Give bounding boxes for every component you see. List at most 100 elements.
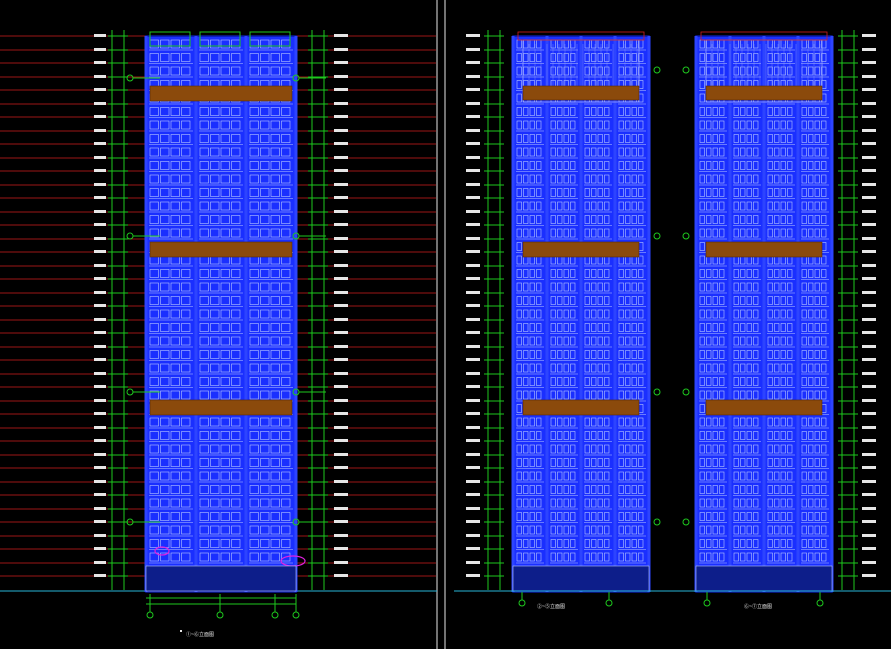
grid-bubble [653, 518, 661, 526]
level-label [334, 345, 348, 348]
level-label [94, 102, 106, 105]
level-label [466, 412, 480, 415]
level-label [94, 426, 106, 429]
level-label [94, 561, 106, 564]
refuge-floor-band [149, 241, 293, 258]
level-label [466, 426, 480, 429]
level-label [466, 574, 480, 577]
level-label [466, 115, 480, 118]
level-label [334, 156, 348, 159]
level-label [334, 169, 348, 172]
level-label [466, 385, 480, 388]
left-elevation-title: ①~⑥立面图 [186, 632, 215, 638]
level-label [94, 358, 106, 361]
grid-bubble [682, 66, 690, 74]
level-label [334, 61, 348, 64]
level-label [334, 129, 348, 132]
level-label [94, 48, 106, 51]
level-label [94, 574, 106, 577]
level-label [94, 277, 106, 280]
refuge-floor-band [705, 85, 823, 101]
level-label [334, 250, 348, 253]
caption-mark [180, 630, 182, 632]
level-label [94, 291, 106, 294]
level-label [334, 507, 348, 510]
ground-floor-storefront [145, 565, 297, 592]
level-label [466, 291, 480, 294]
cad-elevation-drawing [0, 0, 891, 649]
refuge-floor-band [522, 241, 640, 258]
level-label [862, 372, 876, 375]
level-label [94, 304, 106, 307]
level-label [334, 318, 348, 321]
level-label [862, 507, 876, 510]
level-label [466, 223, 480, 226]
refuge-floor-band [705, 241, 823, 258]
level-label [334, 466, 348, 469]
level-label [94, 250, 106, 253]
refuge-floor-band [522, 399, 640, 416]
level-label [94, 439, 106, 442]
level-label [334, 304, 348, 307]
level-label [94, 142, 106, 145]
level-label [862, 142, 876, 145]
level-label [862, 115, 876, 118]
level-label [94, 331, 106, 334]
level-label [466, 210, 480, 213]
level-label [334, 439, 348, 442]
level-label [334, 223, 348, 226]
level-label [94, 34, 106, 37]
axis-bubble [518, 599, 526, 607]
level-label [466, 345, 480, 348]
refuge-floor-band [522, 85, 640, 101]
level-label [334, 210, 348, 213]
level-label [862, 453, 876, 456]
level-label [862, 520, 876, 523]
level-label [466, 372, 480, 375]
level-label [94, 75, 106, 78]
level-label [94, 520, 106, 523]
level-label [94, 385, 106, 388]
level-label [94, 223, 106, 226]
level-label [334, 88, 348, 91]
level-label [862, 88, 876, 91]
level-label [334, 561, 348, 564]
level-label [94, 264, 106, 267]
level-label [862, 318, 876, 321]
level-label [334, 196, 348, 199]
level-label [862, 34, 876, 37]
level-label [94, 196, 106, 199]
level-label [94, 547, 106, 550]
right-elevation-title-2: ⑥~⑦立面图 [744, 604, 773, 610]
grid-bubble [682, 518, 690, 526]
level-label [466, 88, 480, 91]
level-label [862, 385, 876, 388]
ground-floor-storefront [512, 565, 650, 592]
level-label [862, 399, 876, 402]
refuge-floor-band [149, 399, 293, 416]
level-label [94, 453, 106, 456]
level-label [334, 34, 348, 37]
level-label [862, 439, 876, 442]
level-label [334, 142, 348, 145]
level-label [94, 507, 106, 510]
level-label [466, 250, 480, 253]
level-label [862, 534, 876, 537]
level-label [334, 331, 348, 334]
level-label [862, 547, 876, 550]
level-label [94, 480, 106, 483]
level-label [334, 534, 348, 537]
level-label [862, 129, 876, 132]
level-label [862, 358, 876, 361]
level-label [94, 115, 106, 118]
level-label [334, 412, 348, 415]
axis-bubble [605, 599, 613, 607]
level-label [862, 480, 876, 483]
level-label [334, 102, 348, 105]
level-label [334, 493, 348, 496]
level-label [94, 534, 106, 537]
level-label [466, 61, 480, 64]
level-label [94, 237, 106, 240]
level-label [466, 75, 480, 78]
level-label [334, 547, 348, 550]
